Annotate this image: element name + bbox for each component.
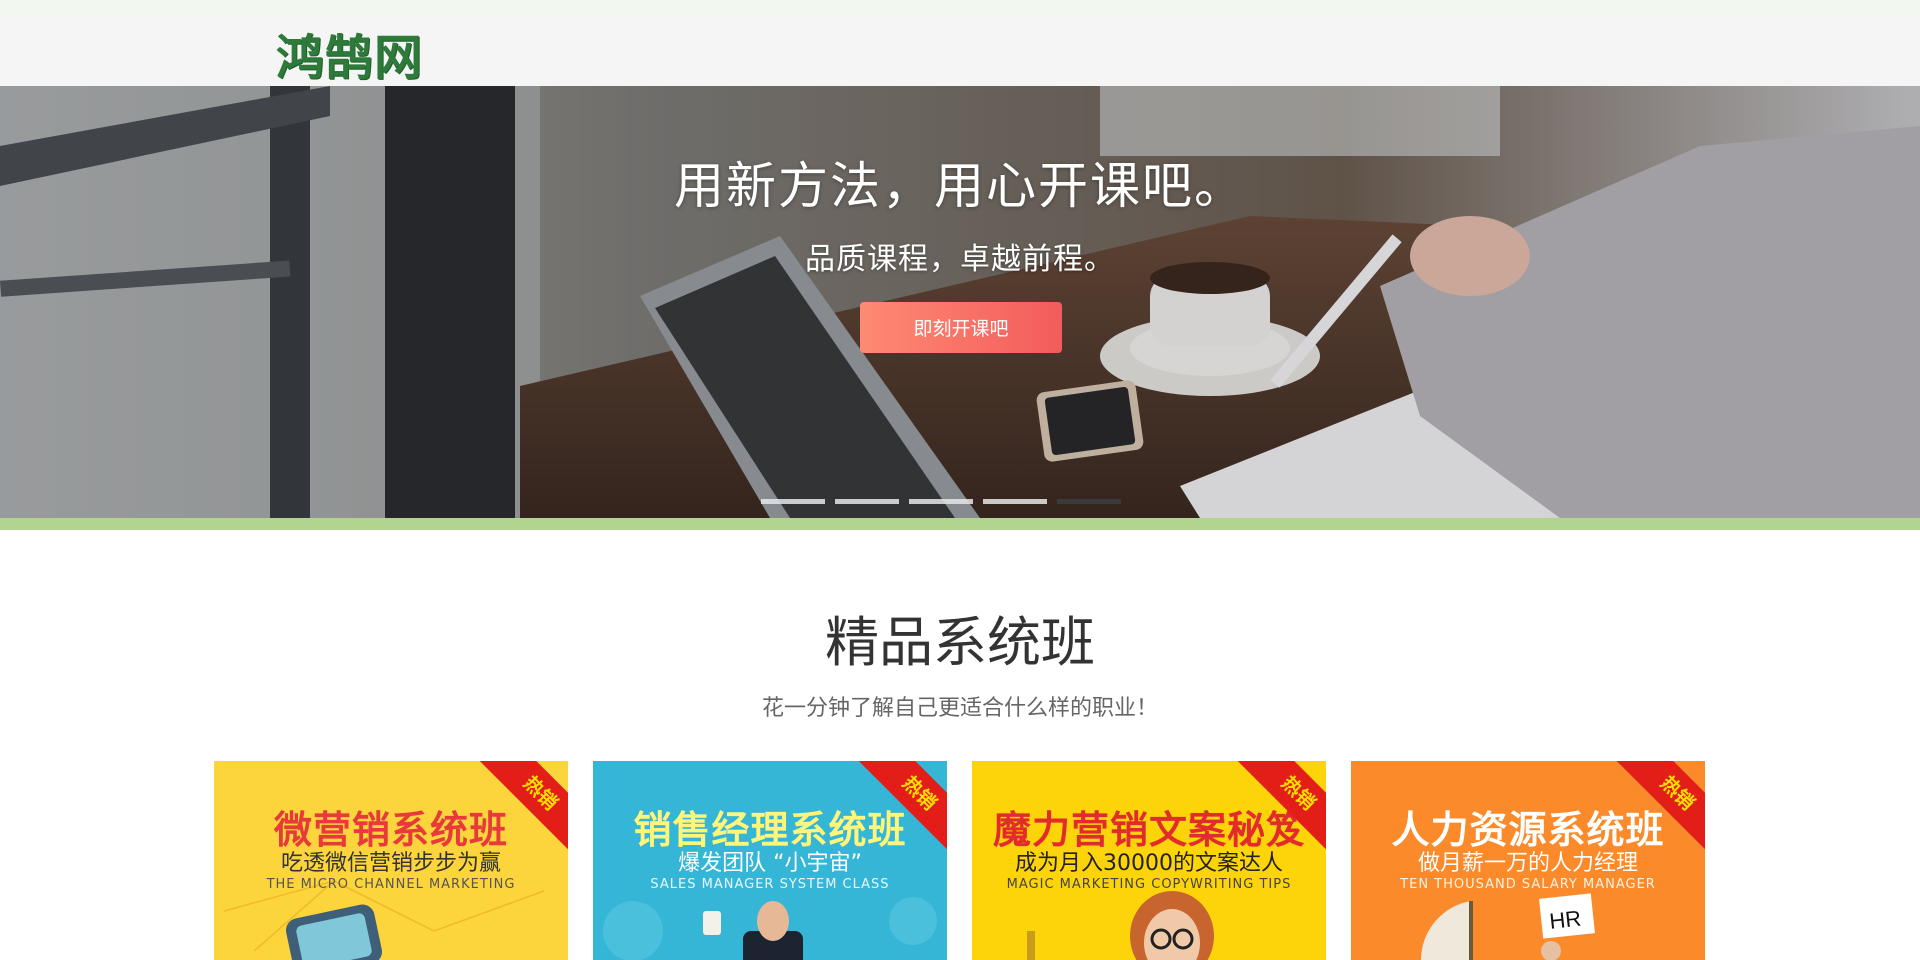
section-title: 精品系统班 xyxy=(825,611,1095,674)
course-english: MAGIC MARKETING COPYWRITING TIPS xyxy=(1006,877,1292,892)
top-strip xyxy=(0,0,1920,14)
carousel-dot-5[interactable] xyxy=(1057,499,1121,504)
carousel-dot-3[interactable] xyxy=(909,499,973,504)
course-english: SALES MANAGER SYSTEM CLASS xyxy=(650,877,890,892)
course-subtitle: 爆发团队 “小宇宙” xyxy=(678,851,862,876)
course-card[interactable]: HR 人力资源系统班 做月薪一万的人力经理 TEN THOUSAND SALAR… xyxy=(1351,761,1705,960)
hero-divider xyxy=(0,518,1920,530)
course-english: THE MICRO CHANNEL MARKETING xyxy=(266,877,516,892)
start-course-button[interactable]: 即刻开课吧 xyxy=(860,302,1062,353)
hero-text: 用新方法，用心开课吧。 品质课程，卓越前程。 xyxy=(0,146,1920,278)
course-card[interactable]: 微营销系统班 吃透微信营销步步为赢 THE MICRO CHANNEL MARK… xyxy=(214,761,568,960)
carousel-dot-4[interactable] xyxy=(983,499,1047,504)
course-subtitle: 做月薪一万的人力经理 xyxy=(1417,851,1638,876)
carousel-dot-2[interactable] xyxy=(835,499,899,504)
course-subtitle: 吃透微信营销步步为赢 xyxy=(280,851,501,876)
section-subtitle: 花一分钟了解自己更适合什么样的职业！ xyxy=(761,696,1158,721)
course-card[interactable]: 销售经理系统班 爆发团队 “小宇宙” SALES MANAGER SYSTEM … xyxy=(593,761,947,960)
hero-subtitle: 品质课程，卓越前程。 xyxy=(805,242,1115,277)
site-header: 鸿鹄网 xyxy=(0,14,1920,86)
course-card[interactable]: 魔力营销文案秘笈 成为月入30000的文案达人 MAGIC MARKETING … xyxy=(972,761,1326,960)
hero-carousel[interactable]: 用新方法，用心开课吧。 品质课程，卓越前程。 即刻开课吧 xyxy=(0,86,1920,518)
course-english: TEN THOUSAND SALARY MANAGER xyxy=(1400,877,1656,892)
carousel-indicators xyxy=(761,499,1121,504)
course-card-list: 微营销系统班 吃透微信营销步步为赢 THE MICRO CHANNEL MARK… xyxy=(214,761,1706,960)
hero-title: 用新方法，用心开课吧。 xyxy=(674,157,1246,215)
site-logo[interactable]: 鸿鹄网 xyxy=(276,28,423,88)
svg-text:HR: HR xyxy=(1548,906,1582,934)
carousel-dot-1[interactable] xyxy=(761,499,825,504)
course-subtitle: 成为月入30000的文案达人 xyxy=(1015,851,1283,876)
